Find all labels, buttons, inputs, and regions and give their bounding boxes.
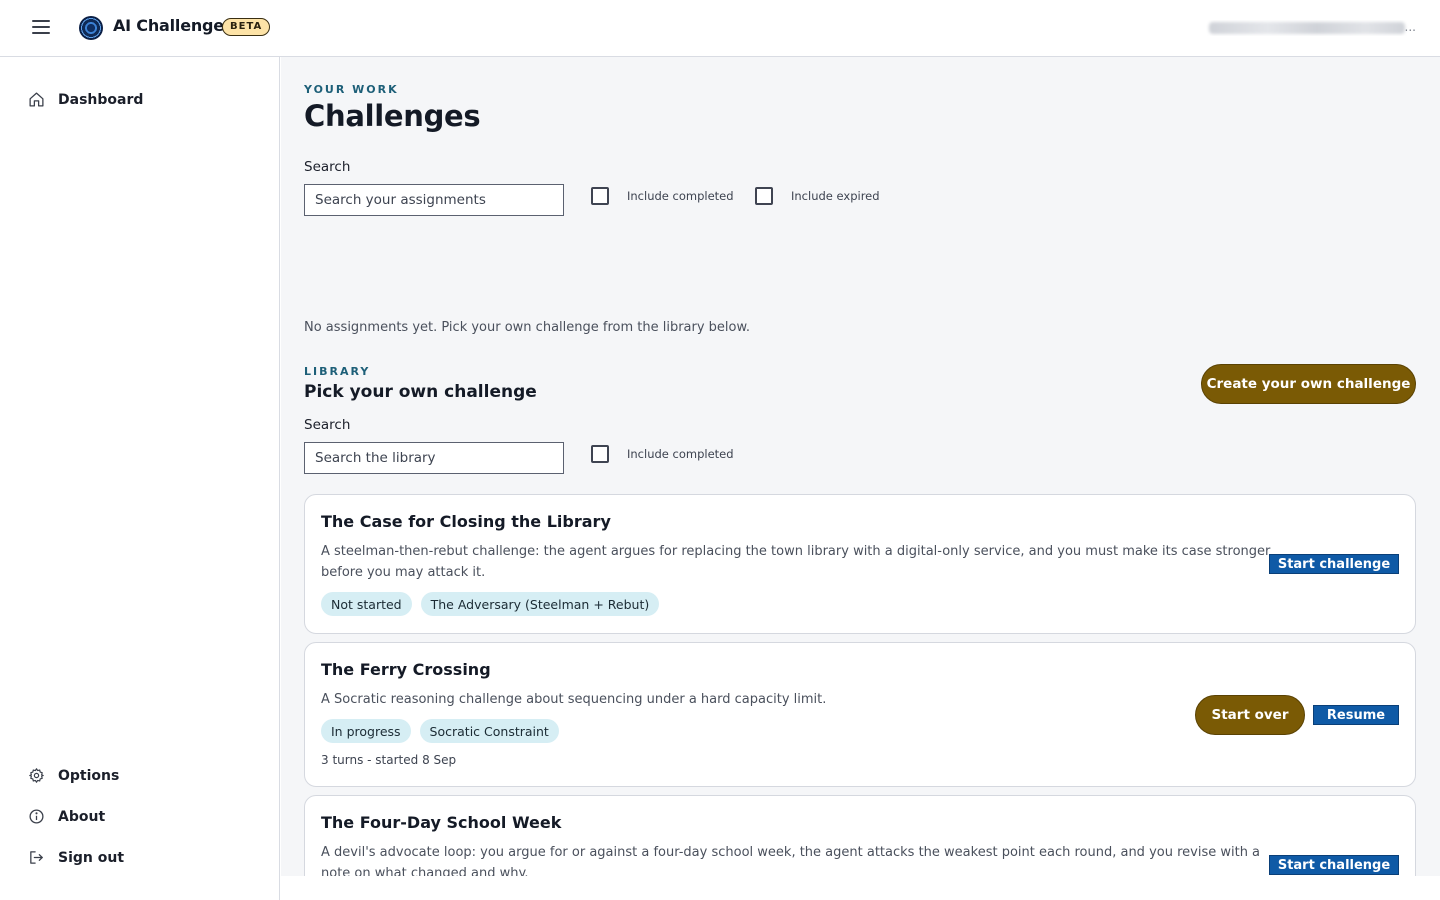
checkbox-box[interactable] — [755, 187, 773, 205]
start-challenge-button[interactable]: Start challenge — [1269, 855, 1399, 875]
gear-icon — [29, 768, 44, 783]
card-description: A steelman-then-rebut challenge: the age… — [321, 544, 1271, 580]
card-meta: 3 turns - started 8 Sep — [321, 753, 457, 767]
work-search-label: Search — [304, 159, 351, 175]
type-badge: The Adversary (Steelman + Rebut) — [420, 592, 660, 616]
work-eyebrow: YOUR WORK — [304, 83, 399, 96]
page-title: Challenges — [304, 99, 481, 133]
challenge-card: The Case for Closing the Library A steel… — [304, 494, 1416, 634]
card-title: The Ferry Crossing — [321, 660, 491, 679]
app-logo-icon — [79, 16, 103, 40]
challenge-card: The Ferry Crossing A Socratic reasoning … — [304, 642, 1416, 787]
sidebar-item-options[interactable]: Options — [28, 767, 119, 784]
hamburger-menu-icon[interactable] — [30, 18, 54, 38]
work-search-input[interactable] — [304, 184, 564, 216]
card-title: The Case for Closing the Library — [321, 512, 611, 531]
sidebar-item-label: Dashboard — [58, 91, 144, 108]
user-menu[interactable]: ... — [1206, 20, 1416, 36]
library-title: Pick your own challenge — [304, 382, 537, 402]
resume-button[interactable]: Resume — [1313, 705, 1399, 725]
start-over-button[interactable]: Start over — [1195, 695, 1305, 735]
sidebar-item-dashboard[interactable]: Dashboard — [28, 91, 143, 108]
library-search-label: Search — [304, 417, 351, 433]
sign-out-icon — [30, 851, 43, 864]
type-badge: Socratic Constraint — [419, 719, 559, 743]
main-content: YOUR WORK Challenges Search Include comp… — [281, 57, 1440, 876]
redacted-user-name — [1208, 21, 1405, 34]
card-description: A devil's advocate loop: you argue for o… — [321, 845, 1261, 876]
card-description: A Socratic reasoning challenge about seq… — [321, 692, 827, 707]
checkbox-box[interactable] — [591, 445, 609, 463]
library-include-completed-checkbox[interactable]: Include completed — [591, 445, 734, 463]
checkbox-box[interactable] — [591, 187, 609, 205]
sidebar-item-label: Options — [58, 767, 120, 784]
card-tags: Not started The Adversary (Steelman + Re… — [321, 592, 660, 616]
checkbox-label: Include completed — [627, 447, 734, 461]
sidebar-item-label: Sign out — [58, 849, 125, 866]
checkbox-label: Include expired — [791, 189, 880, 203]
checkbox-label: Include completed — [627, 189, 734, 203]
sidebar-item-about[interactable]: About — [28, 808, 105, 825]
empty-assignments-message: No assignments yet. Pick your own challe… — [304, 320, 751, 335]
status-badge: Not started — [321, 592, 412, 616]
include-completed-checkbox[interactable]: Include completed — [591, 187, 734, 205]
library-search-input[interactable] — [304, 442, 564, 474]
start-challenge-button[interactable]: Start challenge — [1269, 554, 1399, 574]
user-ellipsis: ... — [1404, 20, 1416, 34]
top-bar: AI Challenge BETA ... — [0, 0, 1440, 57]
app-name: AI Challenge — [113, 16, 224, 35]
create-challenge-button[interactable]: Create your own challenge — [1201, 364, 1416, 404]
sidebar: Dashboard Options About Sign out — [0, 57, 280, 900]
include-expired-checkbox[interactable]: Include expired — [755, 187, 880, 205]
sidebar-item-sign-out[interactable]: Sign out — [28, 849, 124, 866]
beta-badge: BETA — [222, 18, 271, 36]
sidebar-item-label: About — [58, 808, 106, 825]
challenge-card: The Four-Day School Week A devil's advoc… — [304, 795, 1416, 876]
card-title: The Four-Day School Week — [321, 813, 562, 832]
info-icon — [29, 809, 44, 824]
status-badge: In progress — [321, 719, 411, 743]
home-icon — [29, 92, 44, 107]
card-tags: In progress Socratic Constraint — [321, 719, 559, 743]
library-eyebrow: LIBRARY — [304, 365, 371, 378]
